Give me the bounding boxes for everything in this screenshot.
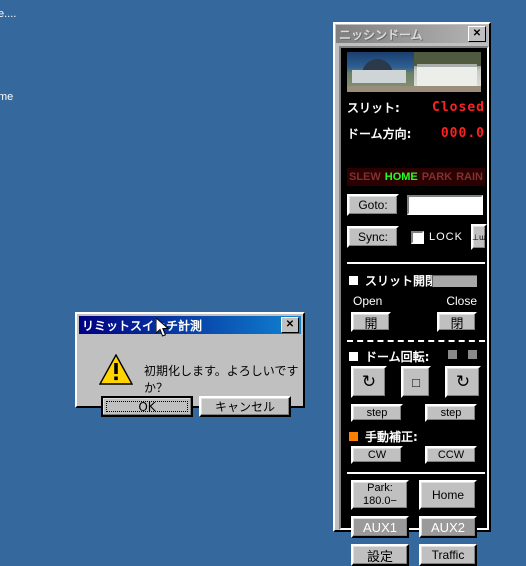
- divider-3: [347, 472, 485, 474]
- dialog-body: 初期化します。よろしいですか？ OK キャンセル: [79, 336, 301, 417]
- park-button[interactable]: Park: 180.0−: [351, 480, 409, 510]
- mode-status-bar: SLEW HOME PARK RAIN: [347, 168, 485, 186]
- lock-checkbox[interactable]: [411, 230, 424, 244]
- settings-button[interactable]: 設定: [351, 544, 409, 566]
- rotation-status-indicator-icon: [349, 352, 358, 361]
- manual-cw-button[interactable]: CW: [351, 446, 403, 464]
- rotation-indicator-right-icon: [468, 350, 477, 359]
- dialog-message: 初期化します。よろしいですか？: [144, 364, 299, 395]
- mode-slew: SLEW: [348, 171, 381, 183]
- close-icon[interactable]: ✕: [468, 26, 486, 42]
- divider-1: [347, 262, 485, 264]
- observatory-dome-photo: [347, 52, 414, 92]
- sync-row: Sync: LOCK ⊥ɯ: [347, 224, 487, 250]
- manual-ccw-button[interactable]: CCW: [425, 446, 477, 464]
- slit-status-row: スリット: Closed: [347, 96, 485, 118]
- desktop-icon-label-1[interactable]: e....: [0, 8, 16, 20]
- slit-progress-indicator: [432, 274, 477, 287]
- rotation-button-row: ↻ □ ↻: [351, 366, 481, 398]
- rotate-ccw-button[interactable]: ↻: [351, 366, 387, 398]
- slit-status-indicator-icon: [349, 276, 358, 285]
- slit-close-button[interactable]: 閉: [437, 312, 477, 332]
- slit-status-label: スリット:: [347, 100, 400, 115]
- traffic-button[interactable]: Traffic: [419, 544, 477, 566]
- ok-button-label: OK: [138, 399, 156, 414]
- observatory-photo-strip: [347, 52, 481, 92]
- ok-button[interactable]: OK: [101, 396, 193, 417]
- dome-window-title: ニッシンドーム: [339, 27, 423, 42]
- desktop-icon-label-2[interactable]: me: [0, 91, 13, 103]
- azimuth-status-label: ドーム方向:: [347, 126, 412, 141]
- azimuth-status-row: ドーム方向: 000.0: [347, 122, 485, 144]
- azimuth-status-value: 000.0: [440, 125, 485, 141]
- aux1-button[interactable]: AUX1: [351, 516, 409, 538]
- slit-status-value: Closed: [432, 99, 485, 115]
- mode-park: PARK: [421, 171, 453, 183]
- goto-button[interactable]: Goto:: [347, 194, 399, 216]
- slit-section-title: スリット開閉:: [365, 274, 442, 288]
- slit-section-header: スリット開閉:: [349, 272, 483, 289]
- mouse-cursor: [156, 318, 170, 337]
- dome-window-titlebar[interactable]: ニッシンドーム ✕: [336, 25, 488, 43]
- observatory-building: [416, 64, 477, 86]
- limit-switch-dialog: リミットスイッチ計測 ✕ 初期化します。よろしいですか？ OK キャンセル: [75, 312, 305, 417]
- slit-close-label: Close: [446, 294, 477, 308]
- park-button-line2: 180.0−: [363, 495, 397, 507]
- dialog-close-icon[interactable]: ✕: [281, 317, 299, 333]
- warning-triangle-icon: [99, 354, 133, 385]
- home-button[interactable]: Home: [419, 480, 477, 510]
- step-right-button[interactable]: step: [425, 404, 477, 422]
- limit-switch-button[interactable]: ⊥ɯ: [470, 224, 487, 250]
- dialog-title: リミットスイッチ計測: [82, 318, 203, 333]
- manual-section-title: 手動補正:: [365, 430, 418, 444]
- rotate-cw-button[interactable]: ↻: [445, 366, 481, 398]
- aux2-button[interactable]: AUX2: [419, 516, 477, 538]
- observatory-building-photo: [414, 52, 481, 92]
- dome-building: [352, 69, 406, 84]
- dome-control-window: ニッシンドーム ✕ スリット: Closed ドーム方向: 000.0 SLEW…: [333, 22, 491, 566]
- building-ground: [414, 85, 481, 92]
- sync-button[interactable]: Sync:: [347, 226, 399, 248]
- slit-open-button[interactable]: 開: [351, 312, 391, 332]
- dome-ground: [347, 85, 414, 92]
- goto-input[interactable]: [407, 195, 483, 215]
- rotate-stop-button[interactable]: □: [401, 366, 431, 398]
- mode-rain: RAIN: [456, 171, 483, 183]
- rotation-indicator-left-icon: [448, 350, 457, 359]
- lock-label: LOCK: [429, 231, 463, 243]
- rotation-section-title: ドーム回転:: [365, 350, 430, 364]
- manual-section-header: 手動補正:: [349, 428, 418, 445]
- park-button-line1: Park:: [367, 482, 393, 494]
- cancel-button[interactable]: キャンセル: [199, 396, 291, 417]
- dialog-titlebar[interactable]: リミットスイッチ計測 ✕: [79, 316, 301, 334]
- dome-window-body: スリット: Closed ドーム方向: 000.0 SLEW HOME PARK…: [339, 46, 489, 566]
- divider-2: [347, 340, 485, 342]
- step-left-button[interactable]: step: [351, 404, 403, 422]
- goto-row: Goto:: [347, 194, 483, 216]
- slit-open-label: Open: [353, 294, 383, 308]
- rotation-section-header: ドーム回転:: [349, 348, 483, 365]
- manual-status-indicator-icon: [349, 432, 358, 441]
- mode-home: HOME: [384, 171, 418, 183]
